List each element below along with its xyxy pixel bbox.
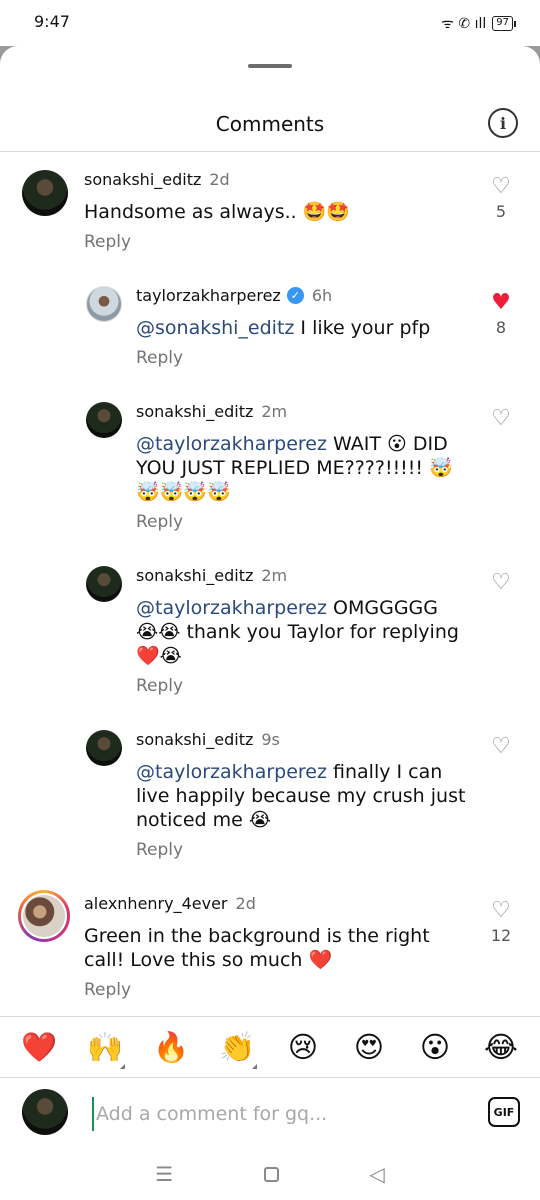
comment-username[interactable]: taylorzakharperez bbox=[136, 286, 281, 305]
comment-time: 2d bbox=[235, 894, 256, 913]
comment-username[interactable]: sonakshi_editz bbox=[136, 566, 253, 585]
comment-username[interactable]: alexnhenry_4ever bbox=[84, 894, 228, 913]
like-button[interactable]: ♡ 12 bbox=[486, 898, 516, 946]
comment-time: 2d bbox=[209, 170, 230, 189]
comment-username[interactable]: sonakshi_editz bbox=[136, 402, 253, 421]
comment-text-body: I like your pfp bbox=[294, 317, 431, 339]
menu-icon[interactable]: ☰ bbox=[155, 1162, 173, 1186]
comment-text: @sonakshi_editz I like your pfp bbox=[136, 316, 466, 340]
reaction-raised-hands[interactable]: 🙌 bbox=[83, 1030, 127, 1069]
comment-text: Green in the background is the right cal… bbox=[84, 925, 430, 971]
comment-username[interactable]: sonakshi_editz bbox=[136, 730, 253, 749]
comment-text: Handsome as always.. 🤩🤩 bbox=[84, 201, 351, 223]
battery-icon: 97 bbox=[492, 16, 516, 31]
gif-button[interactable]: GIF bbox=[488, 1097, 520, 1127]
reply-button[interactable]: Reply bbox=[136, 676, 183, 696]
like-button[interactable]: ♡ 5 bbox=[486, 174, 516, 222]
reply-button[interactable]: Reply bbox=[136, 512, 183, 532]
reaction-clap[interactable]: 👏 bbox=[215, 1030, 259, 1069]
comment-time: 2m bbox=[261, 402, 288, 421]
home-icon[interactable] bbox=[263, 1166, 279, 1182]
status-bar: 9:47 ᯤ ✆ ıll 97 bbox=[0, 0, 540, 46]
battery-level: 97 bbox=[492, 16, 513, 31]
like-button[interactable]: ♡ bbox=[486, 572, 516, 594]
comment-username[interactable]: sonakshi_editz bbox=[84, 170, 201, 189]
system-nav-bar: ☰ ◁ bbox=[0, 1148, 540, 1200]
current-user-avatar bbox=[22, 1089, 68, 1135]
back-icon[interactable]: ◁ bbox=[369, 1162, 384, 1186]
like-count: 8 bbox=[495, 318, 507, 337]
heart-filled-icon: ♥ bbox=[491, 290, 511, 315]
mention-link[interactable]: @taylorzakharperez bbox=[136, 433, 327, 455]
heart-icon: ♡ bbox=[491, 734, 511, 759]
reaction-laughing[interactable]: 😂 bbox=[479, 1030, 523, 1064]
verified-badge-icon: ✓ bbox=[286, 287, 304, 304]
reaction-heart[interactable]: ❤️ bbox=[17, 1030, 61, 1065]
comment-text: @taylorzakharperez WAIT 😮 DID YOU JUST R… bbox=[136, 432, 466, 504]
heart-icon: ♡ bbox=[491, 898, 511, 923]
reply-button[interactable]: Reply bbox=[84, 232, 131, 252]
comment-time: 2m bbox=[261, 566, 288, 585]
mention-link[interactable]: @taylorzakharperez bbox=[136, 761, 327, 783]
like-count: 12 bbox=[490, 926, 512, 945]
comment-composer: GIF bbox=[0, 1079, 540, 1147]
reply-button[interactable]: Reply bbox=[136, 840, 183, 860]
quick-reaction-bar: ❤️ 🙌 🔥 👏 😢 😍 😮 😂 bbox=[0, 1016, 540, 1078]
heart-icon: ♡ bbox=[491, 570, 511, 595]
reaction-heart-eyes[interactable]: 😍 bbox=[347, 1030, 391, 1064]
mention-link[interactable]: @taylorzakharperez bbox=[136, 597, 327, 619]
like-button[interactable]: ♡ bbox=[486, 736, 516, 758]
avatar[interactable] bbox=[86, 566, 122, 602]
reaction-surprised[interactable]: 😮 bbox=[413, 1030, 457, 1064]
avatar[interactable] bbox=[22, 170, 68, 216]
signal-icons: ᯤ ✆ ıll bbox=[441, 16, 487, 32]
avatar[interactable] bbox=[86, 402, 122, 438]
sheet-drag-handle[interactable] bbox=[248, 64, 292, 68]
reply-button[interactable]: Reply bbox=[84, 980, 131, 1000]
like-button[interactable]: ♡ bbox=[486, 408, 516, 430]
header-divider bbox=[0, 151, 540, 152]
comment-text: @taylorzakharperez OMGGGGG 😭😭 thank you … bbox=[136, 596, 466, 668]
reaction-fire[interactable]: 🔥 bbox=[149, 1030, 193, 1065]
heart-icon: ♡ bbox=[491, 406, 511, 431]
avatar[interactable] bbox=[86, 730, 122, 766]
comment-time: 6h bbox=[311, 286, 333, 305]
status-icons: ᯤ ✆ ıll 97 bbox=[441, 14, 516, 33]
avatar-story-ring[interactable] bbox=[18, 890, 70, 942]
reply-button[interactable]: Reply bbox=[136, 348, 183, 368]
avatar[interactable] bbox=[86, 286, 122, 322]
like-button[interactable]: ♥ 8 bbox=[486, 290, 516, 338]
mention-link[interactable]: @sonakshi_editz bbox=[136, 317, 294, 339]
info-icon[interactable]: i bbox=[488, 108, 518, 138]
heart-icon: ♡ bbox=[491, 174, 511, 199]
comment-time: 9s bbox=[261, 730, 280, 749]
reaction-crying[interactable]: 😢 bbox=[281, 1030, 325, 1064]
comment-text: @taylorzakharperez finally I can live ha… bbox=[136, 760, 466, 832]
status-time: 9:47 bbox=[34, 12, 70, 31]
page-title: Comments bbox=[215, 112, 325, 136]
comment-input[interactable] bbox=[92, 1097, 462, 1131]
like-count: 5 bbox=[495, 202, 507, 221]
comments-sheet: Comments i sonakshi_editz 2d Handsome as… bbox=[0, 46, 540, 1200]
